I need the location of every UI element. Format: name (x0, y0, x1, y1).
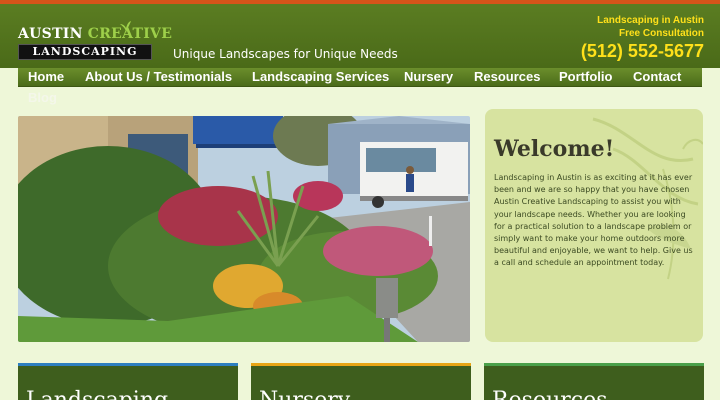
nav-home[interactable]: Home (28, 69, 64, 85)
header-contact: Landscaping in Austin Free Consultation … (581, 14, 704, 62)
welcome-title: Welcome! (494, 136, 615, 162)
garden-image (18, 116, 470, 342)
nav-blog[interactable]: Blog (28, 90, 57, 106)
nav-resources[interactable]: Resources (474, 69, 540, 85)
site-logo[interactable]: AUSTIN CREATIVE LANDSCAPING (18, 21, 172, 60)
contact-line-consultation: Free Consultation (618, 28, 704, 39)
feature-box-landscaping[interactable]: Landscaping (18, 363, 238, 400)
site-tagline: Unique Landscapes for Unique Needs (173, 47, 398, 61)
feature-box-label: Nursery (259, 388, 350, 400)
logo-text-landscaping: LANDSCAPING (18, 44, 152, 60)
nav-portfolio[interactable]: Portfolio (559, 69, 612, 85)
nav-contact[interactable]: Contact (633, 69, 681, 85)
feature-box-nursery[interactable]: Nursery (251, 363, 471, 400)
logo-text-austin: AUSTIN (18, 26, 83, 42)
welcome-panel: Welcome! Landscaping in Austin is as exc… (485, 109, 703, 342)
site-header: AUSTIN CREATIVE LANDSCAPING Unique Lands… (0, 0, 720, 68)
leaf-icon (120, 21, 131, 33)
main-nav: Home About Us / Testimonials Landscaping… (18, 68, 702, 105)
contact-line-location: Landscaping in Austin (597, 15, 704, 26)
welcome-body: Landscaping in Austin is as exciting at … (494, 173, 693, 268)
feature-box-resources[interactable]: Resources (484, 363, 704, 400)
feature-box-label: Landscaping (26, 388, 168, 400)
nav-nursery[interactable]: Nursery (404, 69, 453, 85)
nav-about-testimonials[interactable]: About Us / Testimonials (85, 69, 232, 85)
hero-garden-photo (18, 116, 470, 342)
phone-number[interactable]: (512) 552-5677 (581, 40, 704, 62)
nav-landscaping-services[interactable]: Landscaping Services (252, 69, 389, 85)
feature-box-label: Resources (492, 388, 607, 400)
